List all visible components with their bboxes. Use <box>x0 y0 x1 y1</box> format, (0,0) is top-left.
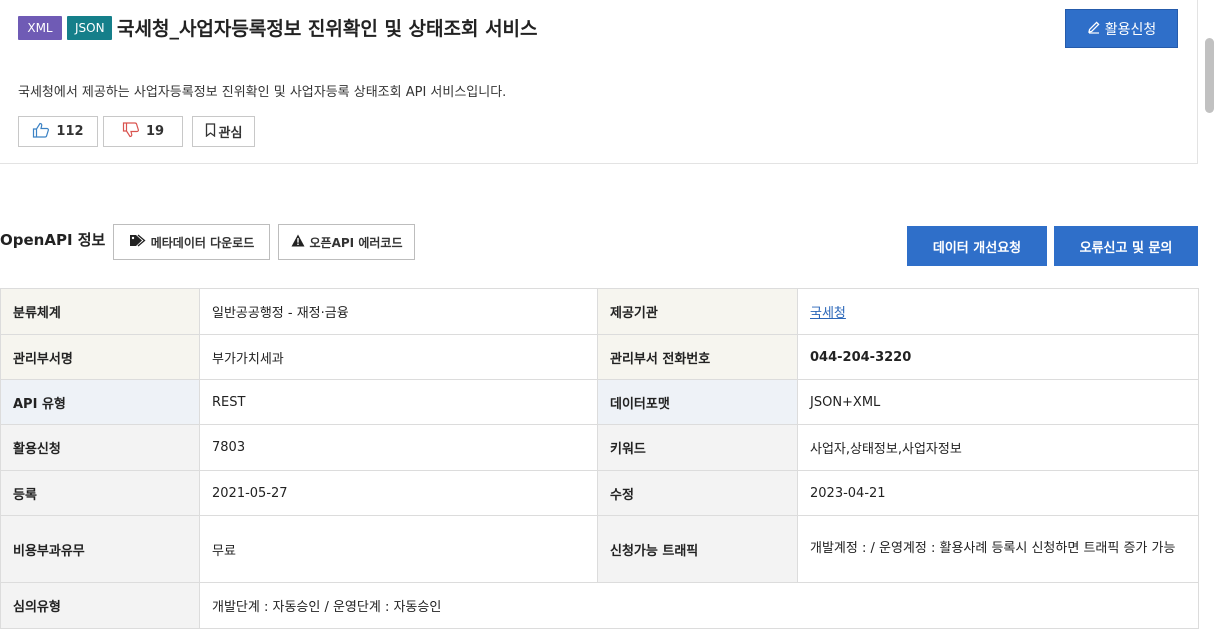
warning-icon <box>291 234 305 250</box>
row-value: 사업자,상태정보,사업자정보 <box>797 424 1199 471</box>
bookmark-label: 관심 <box>218 126 243 141</box>
row-label: 심의유형 <box>0 582 200 629</box>
table-row: 비용부과유무 무료 신청가능 트래픽 개발계정 : / 운영계정 : 활용사례 … <box>0 515 1199 583</box>
page-title: 국세청_사업자등록정보 진위확인 및 상태조회 서비스 <box>117 18 538 40</box>
like-count: 112 <box>56 124 84 139</box>
row-label: 활용신청 <box>0 424 200 471</box>
row-value: JSON+XML <box>797 379 1199 425</box>
tag-icon <box>129 234 146 250</box>
apply-button-label: 활용신청 <box>1104 21 1157 38</box>
row-label: API 유형 <box>0 379 200 425</box>
scrollbar-thumb[interactable] <box>1205 38 1214 113</box>
row-label: 비용부과유무 <box>0 515 200 583</box>
service-header-card: XML JSON 국세청_사업자등록정보 진위확인 및 상태조회 서비스 활용신… <box>0 0 1198 164</box>
row-value: 2023-04-21 <box>797 470 1199 516</box>
row-label: 제공기관 <box>597 288 798 335</box>
table-row: 관리부서명 부가가치세과 관리부서 전화번호 044-204-3220 <box>0 334 1199 380</box>
provider-cell: 국세청 <box>797 288 1199 335</box>
apply-button[interactable]: 활용신청 <box>1065 9 1178 48</box>
row-label: 관리부서 전화번호 <box>597 334 798 380</box>
openapi-info-table: 분류체계 일반공공행정 - 재정·금융 제공기관 국세청 관리부서명 부가가치세… <box>0 288 1199 629</box>
row-value: 부가가치세과 <box>199 334 598 380</box>
row-label: 데이터포맷 <box>597 379 798 425</box>
row-label: 수정 <box>597 470 798 516</box>
error-code-label: 오픈API 에러코드 <box>309 235 403 250</box>
row-value: 2021-05-27 <box>199 470 598 516</box>
service-description: 국세청에서 제공하는 사업자등록정보 진위확인 및 사업자등록 상태조회 API… <box>18 85 507 100</box>
metadata-download-label: 메타데이터 다운로드 <box>150 235 255 250</box>
pencil-icon <box>1087 20 1101 38</box>
table-row: 분류체계 일반공공행정 - 재정·금융 제공기관 국세청 <box>0 288 1199 335</box>
row-label: 신청가능 트래픽 <box>597 515 798 583</box>
dislike-button[interactable]: 19 <box>103 116 183 147</box>
table-row: 등록 2021-05-27 수정 2023-04-21 <box>0 470 1199 516</box>
bookmark-icon <box>205 122 216 141</box>
metadata-download-button[interactable]: 메타데이터 다운로드 <box>113 224 270 260</box>
openapi-section-title: OpenAPI 정보 <box>0 231 106 249</box>
bookmark-button[interactable]: 관심 <box>192 116 255 147</box>
table-row: 심의유형 개발단계 : 자동승인 / 운영단계 : 자동승인 <box>0 582 1199 629</box>
json-badge: JSON <box>67 16 112 40</box>
row-value: REST <box>199 379 598 425</box>
thumbs-down-icon <box>122 121 140 142</box>
row-label: 키워드 <box>597 424 798 471</box>
table-row: 활용신청 7803 키워드 사업자,상태정보,사업자정보 <box>0 424 1199 471</box>
like-button[interactable]: 112 <box>18 116 98 147</box>
row-value: 7803 <box>199 424 598 471</box>
row-value: 무료 <box>199 515 598 583</box>
dislike-count: 19 <box>145 124 165 139</box>
error-code-button[interactable]: 오픈API 에러코드 <box>278 224 415 260</box>
error-report-inquiry-button[interactable]: 오류신고 및 문의 <box>1054 226 1198 266</box>
traffic-value: 개발계정 : / 운영계정 : 활용사례 등록시 신청하면 트래픽 증가 가능 <box>797 515 1199 583</box>
provider-link[interactable]: 국세청 <box>810 306 846 321</box>
row-value: 일반공공행정 - 재정·금융 <box>199 288 598 335</box>
row-label: 관리부서명 <box>0 334 200 380</box>
phone-number: 044-204-3220 <box>797 334 1199 380</box>
data-improvement-request-button[interactable]: 데이터 개선요청 <box>907 226 1047 266</box>
row-label: 분류체계 <box>0 288 200 335</box>
row-value: 개발단계 : 자동승인 / 운영단계 : 자동승인 <box>199 582 1199 629</box>
xml-badge: XML <box>18 16 62 40</box>
table-row: API 유형 REST 데이터포맷 JSON+XML <box>0 379 1199 425</box>
thumbs-up-icon <box>32 122 50 142</box>
row-label: 등록 <box>0 470 200 516</box>
